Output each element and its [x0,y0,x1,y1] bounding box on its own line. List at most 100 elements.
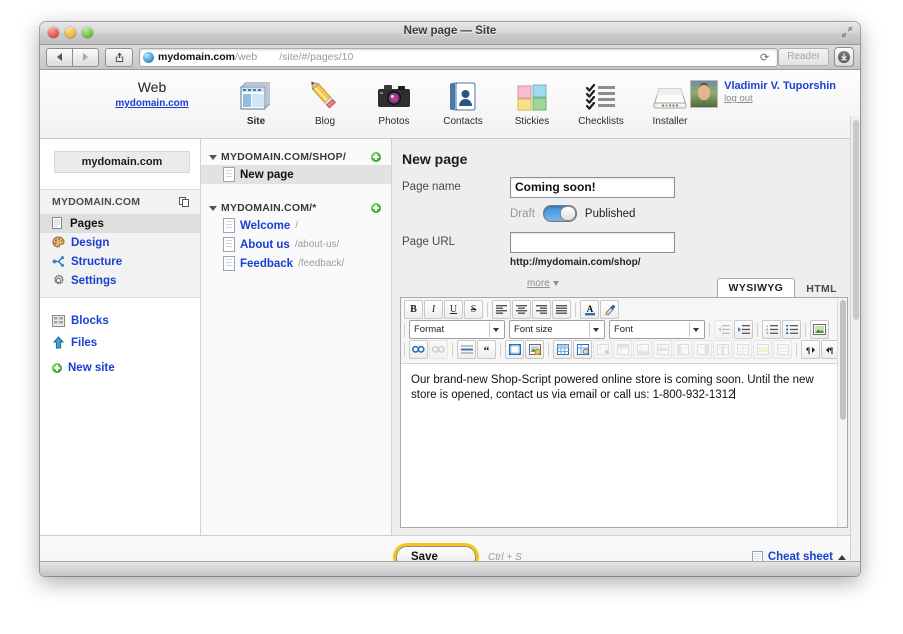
window-scrollbar[interactable] [850,116,860,564]
split-cell-button[interactable] [733,340,752,359]
logout-link[interactable]: log out [724,93,836,104]
user-menu[interactable]: Vladimir V. Tuporshin log out [690,80,836,108]
app-label: Blog [314,116,335,127]
editor-scrollbar[interactable] [837,298,847,527]
chevron-down-icon [552,281,559,286]
merge-cell-button[interactable] [753,340,772,359]
cell-properties-button[interactable] [773,340,792,359]
format-select[interactable]: Format [409,320,505,339]
insert-row-before-button[interactable] [613,340,632,359]
insert-column-after-button[interactable] [693,340,712,359]
app-item-contacts[interactable]: Contacts [439,75,487,127]
fullscreen-icon[interactable] [841,26,853,38]
reader-button[interactable]: Reader [778,48,829,66]
align-center-button[interactable] [512,300,531,319]
user-name[interactable]: Vladimir V. Tuporshin [724,80,836,92]
tree-group-title: MYDOMAIN.COM/SHOP/ [221,151,346,163]
underline-button[interactable]: U [444,300,463,319]
tab-wysiwyg[interactable]: WYSIWYG [716,278,796,299]
insert-table-button[interactable] [553,340,572,359]
address-text: mydomain.com/web/site/#/pages/10 [158,51,353,63]
align-justify-button[interactable] [552,300,571,319]
reload-icon[interactable]: ⟳ [755,51,774,64]
back-button[interactable] [46,47,73,67]
delete-row-button[interactable] [653,340,672,359]
sidebar-item-design[interactable]: Design [40,233,200,252]
chevron-down-icon[interactable] [209,154,217,160]
ordered-list-button[interactable]: 123 [762,320,781,339]
forward-button[interactable] [73,47,99,67]
downloads-button[interactable] [834,47,854,67]
share-button[interactable] [105,47,133,67]
sidebar-item-blocks[interactable]: Blocks [52,315,200,327]
align-right-button[interactable] [532,300,551,319]
unlink-button[interactable] [429,340,448,359]
sidebar-item-label: Pages [70,217,104,230]
add-page-icon[interactable] [371,203,381,213]
editor-content-area[interactable]: Our brand-new Shop-Script powered online… [401,364,847,412]
font-size-select[interactable]: Font size [509,320,605,339]
remove-format-button[interactable] [600,300,619,319]
blocks-icon [52,315,65,327]
anchor-button[interactable] [505,340,524,359]
delete-column-button[interactable] [713,340,732,359]
sidebar-item-label: Settings [71,274,117,287]
app-item-site[interactable]: Site [232,75,280,127]
app-item-stickies[interactable]: Stickies [508,75,556,127]
tree-group-header[interactable]: MYDOMAIN.COM/SHOP/ [201,149,391,165]
tree-page-about-us[interactable]: About us /about-us/ [201,235,391,254]
tree-page-new-page[interactable]: New page [201,165,391,184]
tree-page-feedback[interactable]: Feedback /feedback/ [201,254,391,273]
chevron-down-icon[interactable] [209,205,217,211]
editor-toolbar-row-3: “ ¶ ¶ [404,340,844,359]
tree-page-slug: /about-us/ [294,239,340,250]
more-options-toggle[interactable]: more [527,278,559,289]
gear-icon [54,274,64,285]
sidebar-item-settings[interactable]: Settings [40,271,200,290]
horizontal-rule-button[interactable] [457,340,476,359]
ltr-direction-button[interactable]: ¶ [801,340,820,359]
font-size-select-value: Font size [514,324,553,335]
insert-link-button[interactable] [409,340,428,359]
page-name-input[interactable]: Coming soon! [510,177,675,198]
window-scrollbar-thumb[interactable] [852,120,859,320]
strikethrough-button[interactable]: S [464,300,483,319]
add-page-icon[interactable] [371,152,381,162]
sidebar-item-label: Structure [71,255,123,268]
sidebar-item-structure[interactable]: Structure [40,252,200,271]
outdent-button[interactable] [714,320,733,339]
publish-toggle[interactable] [542,205,577,222]
bold-button[interactable]: B [404,300,423,319]
app-item-blog[interactable]: Blog [301,75,349,127]
app-item-checklists[interactable]: Checklists [577,75,625,127]
unordered-list-button[interactable] [782,320,801,339]
app-item-installer[interactable]: Installer [646,75,694,127]
insert-media-button[interactable] [525,340,544,359]
insert-column-before-button[interactable] [673,340,692,359]
sidebar-item-files[interactable]: Files [52,336,200,349]
font-select[interactable]: Font [609,320,705,339]
sidebar-item-pages[interactable]: Pages [40,214,200,233]
tree-group-header-2[interactable]: MYDOMAIN.COM/* [201,200,391,216]
sidebar-item-new-site[interactable]: New site [52,362,200,374]
page-tree: MYDOMAIN.COM/SHOP/ New page MYDOMAIN.COM… [201,139,392,536]
address-bar[interactable]: mydomain.com/web/site/#/pages/10 ⟳ [139,47,779,67]
align-left-button[interactable] [492,300,511,319]
draft-label: Draft [510,207,535,220]
blockquote-button[interactable]: “ [477,340,496,359]
italic-button[interactable]: I [424,300,443,319]
tree-page-welcome[interactable]: Welcome / [201,216,391,235]
editor-scrollbar-thumb[interactable] [839,300,846,420]
domain-selector[interactable]: mydomain.com [54,151,190,173]
delete-table-button[interactable] [593,340,612,359]
text-color-button[interactable]: A [580,300,599,319]
indent-button[interactable] [734,320,753,339]
page-url-input[interactable] [510,232,675,253]
table-properties-button[interactable] [573,340,592,359]
app-item-photos[interactable]: Photos [370,75,418,127]
duplicate-icon[interactable] [178,196,190,208]
brand-domain-link[interactable]: mydomain.com [92,98,212,109]
insert-image-button[interactable] [810,320,829,339]
insert-row-after-button[interactable] [633,340,652,359]
brand-title: Web [137,79,167,95]
